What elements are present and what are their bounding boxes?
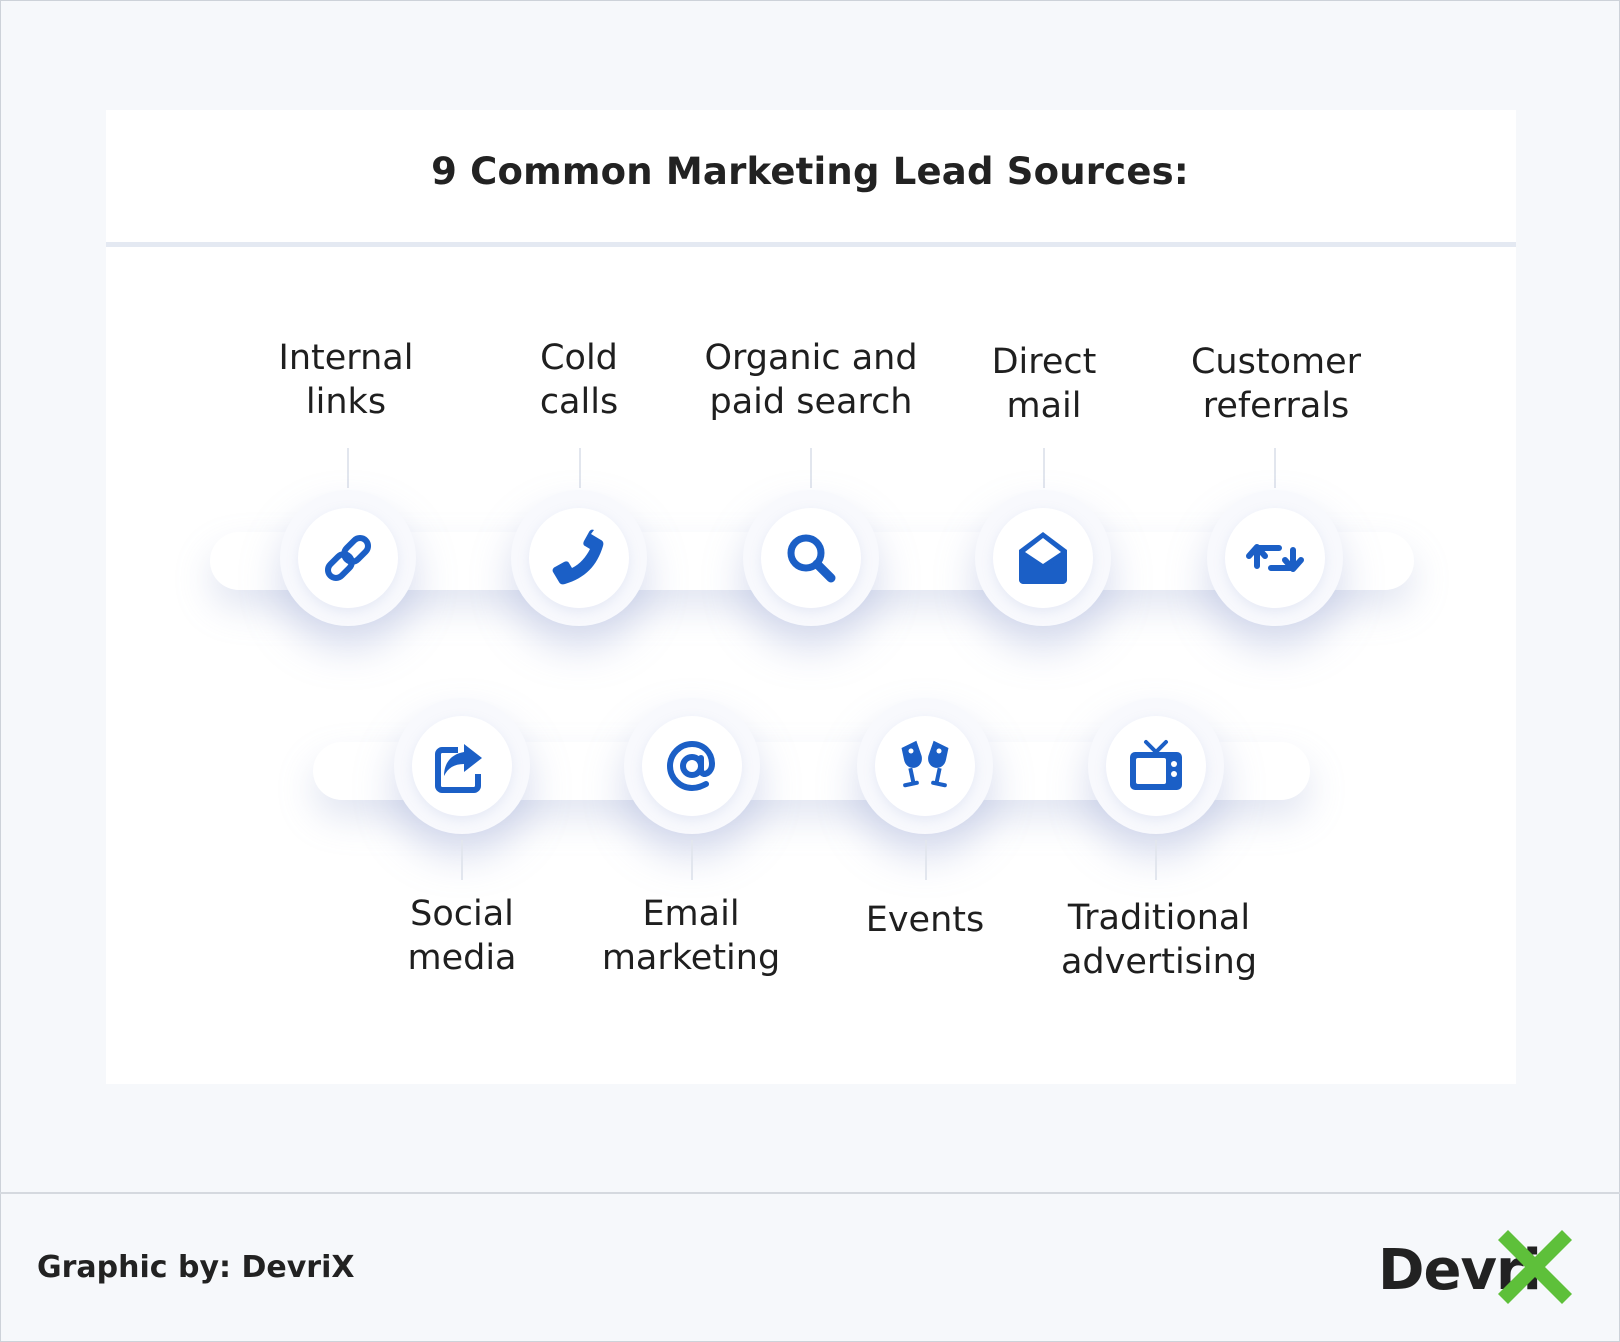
connector: [347, 448, 349, 488]
connector: [1274, 448, 1276, 488]
tv-icon: [1130, 740, 1182, 790]
connector: [810, 448, 812, 488]
node-cold-calls: [511, 490, 647, 626]
footer-divider: [0, 1192, 1620, 1194]
node-email-marketing: [624, 698, 760, 834]
retweet-icon: [1246, 544, 1304, 572]
share-icon: [435, 744, 482, 793]
connector: [579, 448, 581, 488]
connector: [1043, 448, 1045, 488]
label-internal-links: Internal links: [278, 338, 414, 422]
connector: [1155, 840, 1157, 880]
node-direct-mail: [975, 490, 1111, 626]
link-icon: [324, 534, 372, 582]
devrix-logo: Devri: [1370, 1222, 1590, 1312]
label-email-marketing: Email marketing: [601, 894, 781, 978]
title-divider: [106, 242, 1516, 247]
label-traditional-advertising: Traditional advertising: [1060, 898, 1258, 982]
at-icon: [666, 740, 716, 792]
label-direct-mail: Direct mail: [991, 342, 1097, 426]
label-organic-paid-search: Organic and paid search: [704, 338, 918, 422]
connector: [691, 840, 693, 880]
connector: [925, 840, 927, 880]
logo-x-icon: [1498, 1230, 1572, 1304]
node-customer-referrals: [1207, 490, 1343, 626]
node-traditional-advertising: [1088, 698, 1224, 834]
phone-icon: [552, 529, 604, 585]
label-events: Events: [865, 900, 985, 940]
glasses-cheers-icon: [901, 740, 949, 788]
label-customer-referrals: Customer referrals: [1190, 342, 1361, 426]
node-events: [857, 698, 993, 834]
label-cold-calls: Cold calls: [539, 338, 619, 422]
node-organic-paid-search: [743, 490, 879, 626]
envelope-open-icon: [1019, 532, 1067, 584]
node-internal-links: [280, 490, 416, 626]
graphic-credit: Graphic by: DevriX: [37, 1250, 355, 1285]
label-social-media: Social media: [407, 894, 517, 978]
node-social-media: [394, 698, 530, 834]
infographic-title: 9 Common Marketing Lead Sources:: [431, 150, 1189, 193]
search-icon: [787, 534, 836, 583]
connector: [461, 840, 463, 880]
